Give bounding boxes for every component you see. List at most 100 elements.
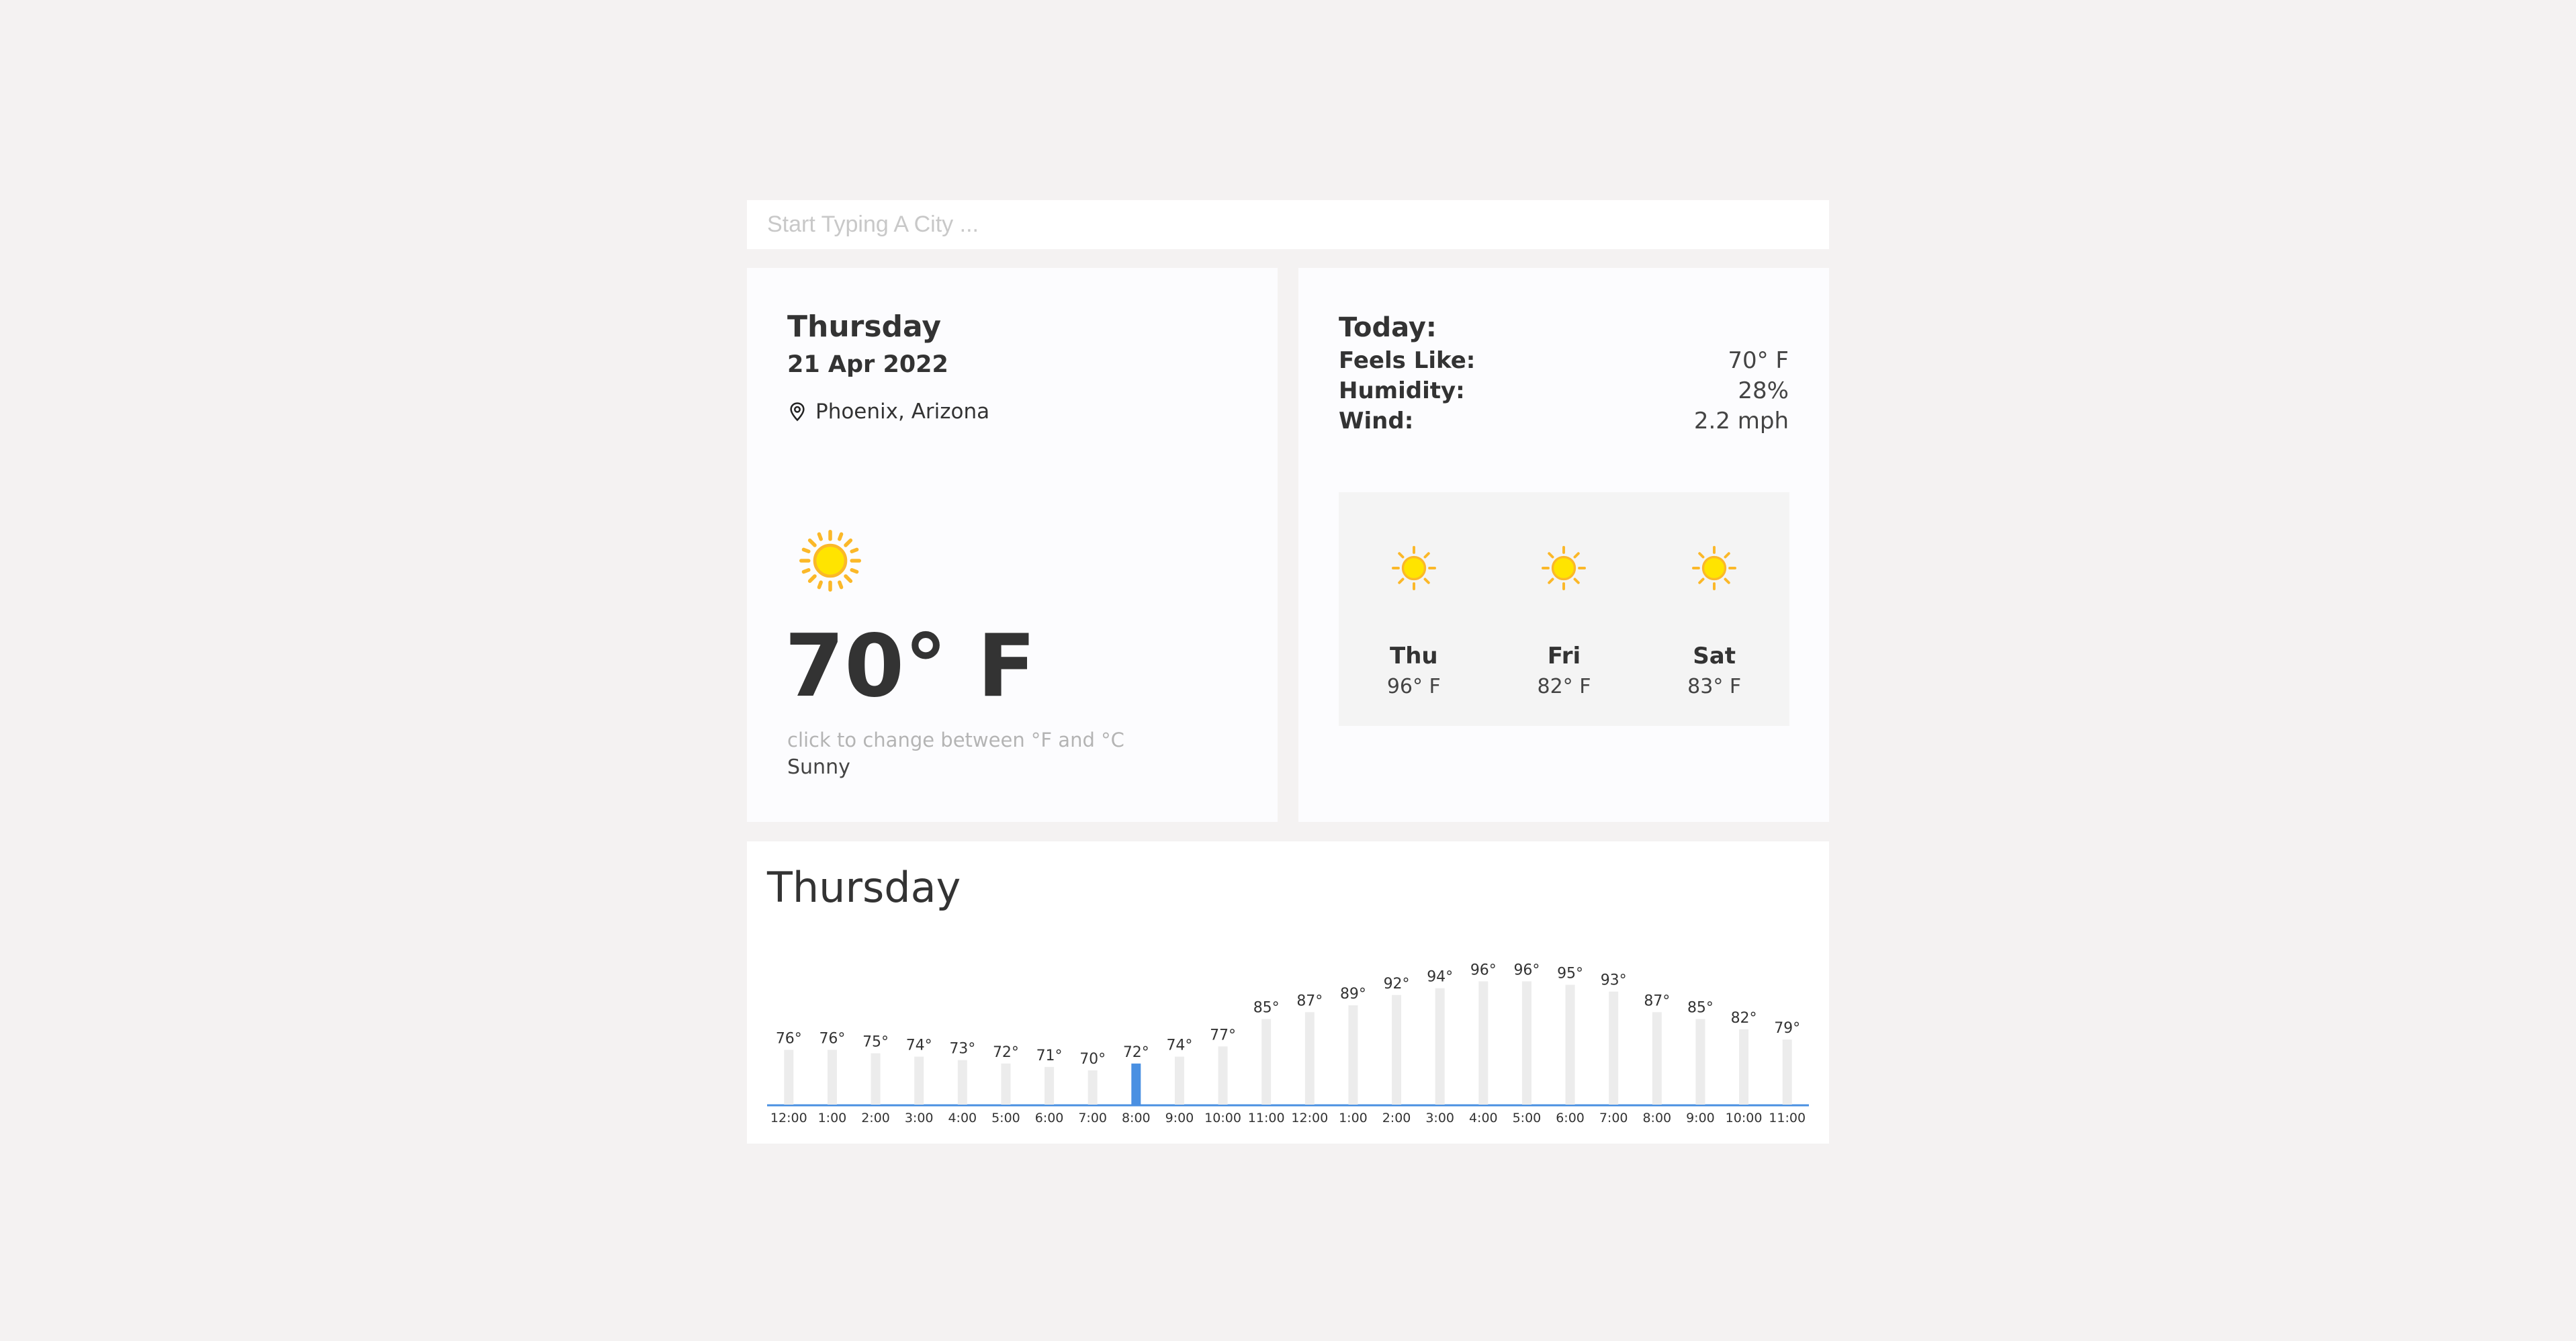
hour-temp-label: 76° (776, 1030, 802, 1047)
hour-tick-label: 4:00 (1469, 1111, 1498, 1125)
hour-bar[interactable] (1609, 991, 1619, 1105)
hour-tick-label: 10:00 (1726, 1111, 1763, 1125)
forecast-day: Fri 82° F (1513, 546, 1614, 726)
hour-temp-label: 94° (1427, 969, 1453, 986)
hour-bar[interactable] (784, 1050, 794, 1105)
hour-bar[interactable] (1478, 981, 1489, 1105)
current-weather-card: Thursday 21 Apr 2022 Phoenix, Arizona 70… (747, 268, 1278, 822)
hourly-temperature-chart: 76° 12:00 76° 1:00 75° 2:00 74° 3:00 73° 4:00 72° 5… (767, 962, 1809, 1125)
hour-temp-label: 77° (1210, 1027, 1236, 1044)
humidity-row: Humidity: 28% (1339, 377, 1789, 404)
forecast-day-temp: 96° F (1386, 675, 1441, 698)
feels-like-label: Feels Like: (1339, 347, 1476, 374)
hourly-chart-card: Thursday 76° 12:00 76° 1:00 75° 2:00 74° 3:00 73… (747, 841, 1829, 1144)
current-day: Thursday (787, 310, 942, 344)
forecast-day-name: Fri (1547, 643, 1581, 669)
hour-tick-label: 11:00 (1248, 1111, 1285, 1125)
hour-temp-label: 87° (1644, 992, 1670, 1009)
hour-temp-label: 70° (1079, 1051, 1106, 1068)
hour-temp-label: 93° (1601, 972, 1627, 989)
hour-tick-label: 3:00 (905, 1111, 934, 1125)
hour-bar[interactable] (1435, 988, 1445, 1105)
hour-tick-label: 8:00 (1122, 1111, 1151, 1125)
hour-bar[interactable] (1521, 981, 1531, 1105)
city-search-input[interactable] (747, 200, 1829, 249)
hour-bar[interactable] (1392, 995, 1402, 1105)
hour-temp-label: 74° (1166, 1037, 1192, 1054)
weather-condition: Sunny (787, 755, 850, 779)
map-pin-icon (790, 402, 805, 422)
hour-bar[interactable] (1174, 1056, 1184, 1105)
sun-icon (1692, 546, 1737, 590)
hour-temp-label: 72° (1123, 1044, 1149, 1061)
feels-like-value: 70° F (1728, 347, 1789, 374)
today-title: Today: (1339, 312, 1437, 343)
hour-bar[interactable] (1045, 1066, 1055, 1105)
forecast-panel: Thu 96° F Fri 82° F Sat 83° F (1339, 492, 1789, 726)
hour-temp-label: 71° (1036, 1048, 1063, 1064)
forecast-day: Thu 96° F (1364, 546, 1464, 726)
hour-bar[interactable] (1131, 1063, 1141, 1105)
today-details-card: Today: Feels Like: 70° F Humidity: 28% W… (1298, 268, 1829, 822)
hour-temp-label: 82° (1731, 1010, 1757, 1027)
forecast-day-name: Thu (1390, 643, 1438, 669)
hour-bar[interactable] (1565, 984, 1575, 1105)
forecast-day-temp: 82° F (1537, 675, 1591, 698)
hour-temp-label: 73° (949, 1041, 975, 1058)
hour-bar[interactable] (1652, 1012, 1662, 1105)
hour-tick-label: 9:00 (1686, 1111, 1715, 1125)
hour-tick-label: 7:00 (1078, 1111, 1107, 1125)
hour-temp-label: 74° (906, 1037, 932, 1054)
hour-temp-label: 92° (1384, 976, 1410, 992)
hour-bar[interactable] (1782, 1039, 1792, 1105)
hour-temp-label: 87° (1296, 992, 1323, 1009)
current-date: 21 Apr 2022 (787, 351, 948, 378)
hour-temp-label: 85° (1687, 1000, 1714, 1017)
humidity-label: Humidity: (1339, 377, 1465, 404)
sun-icon (1391, 546, 1436, 590)
wind-row: Wind: 2.2 mph (1339, 408, 1789, 434)
hour-bar[interactable] (914, 1056, 924, 1105)
hour-temp-label: 79° (1774, 1020, 1800, 1037)
hour-tick-label: 10:00 (1204, 1111, 1241, 1125)
hour-tick-label: 5:00 (991, 1111, 1020, 1125)
wind-label: Wind: (1339, 408, 1414, 434)
hour-bar[interactable] (1087, 1070, 1098, 1105)
hour-temp-label: 76° (819, 1030, 845, 1047)
hour-bar[interactable] (1348, 1005, 1358, 1105)
wind-value: 2.2 mph (1693, 408, 1789, 434)
hour-tick-label: 1:00 (818, 1111, 847, 1125)
hour-temp-label: 96° (1470, 962, 1497, 978)
forecast-day: Sat 83° F (1664, 546, 1765, 726)
hour-temp-label: 95° (1557, 966, 1583, 982)
hour-tick-label: 6:00 (1035, 1111, 1064, 1125)
hour-bar[interactable] (827, 1050, 837, 1105)
forecast-day-name: Sat (1693, 643, 1736, 669)
hour-temp-label: 96° (1513, 962, 1540, 978)
hour-temp-label: 75° (862, 1034, 889, 1051)
unit-toggle-hint: click to change between °F and °C (787, 729, 1124, 751)
hour-bar[interactable] (1304, 1012, 1315, 1105)
hour-bar[interactable] (871, 1053, 881, 1105)
hour-bar[interactable] (1218, 1046, 1228, 1105)
feels-like-row: Feels Like: 70° F (1339, 347, 1789, 374)
sun-icon (799, 530, 861, 592)
hour-tick-label: 7:00 (1599, 1111, 1628, 1125)
hour-tick-label: 5:00 (1513, 1111, 1542, 1125)
location: Phoenix, Arizona (787, 400, 989, 424)
hour-tick-label: 3:00 (1425, 1111, 1454, 1125)
hour-bar[interactable] (1001, 1063, 1011, 1105)
hour-bar[interactable] (1739, 1029, 1749, 1105)
hour-tick-label: 8:00 (1642, 1111, 1671, 1125)
forecast-day-temp: 83° F (1687, 675, 1742, 698)
hour-tick-label: 1:00 (1339, 1111, 1368, 1125)
hour-bar[interactable] (957, 1060, 967, 1105)
hour-tick-label: 12:00 (770, 1111, 807, 1125)
hour-temp-label: 85° (1253, 1000, 1280, 1017)
hour-bar[interactable] (1261, 1019, 1272, 1105)
hour-tick-label: 9:00 (1165, 1111, 1194, 1125)
current-temperature[interactable]: 70° F (785, 624, 1036, 710)
location-label: Phoenix, Arizona (815, 400, 990, 424)
hour-tick-label: 2:00 (861, 1111, 890, 1125)
hour-bar[interactable] (1695, 1019, 1705, 1105)
